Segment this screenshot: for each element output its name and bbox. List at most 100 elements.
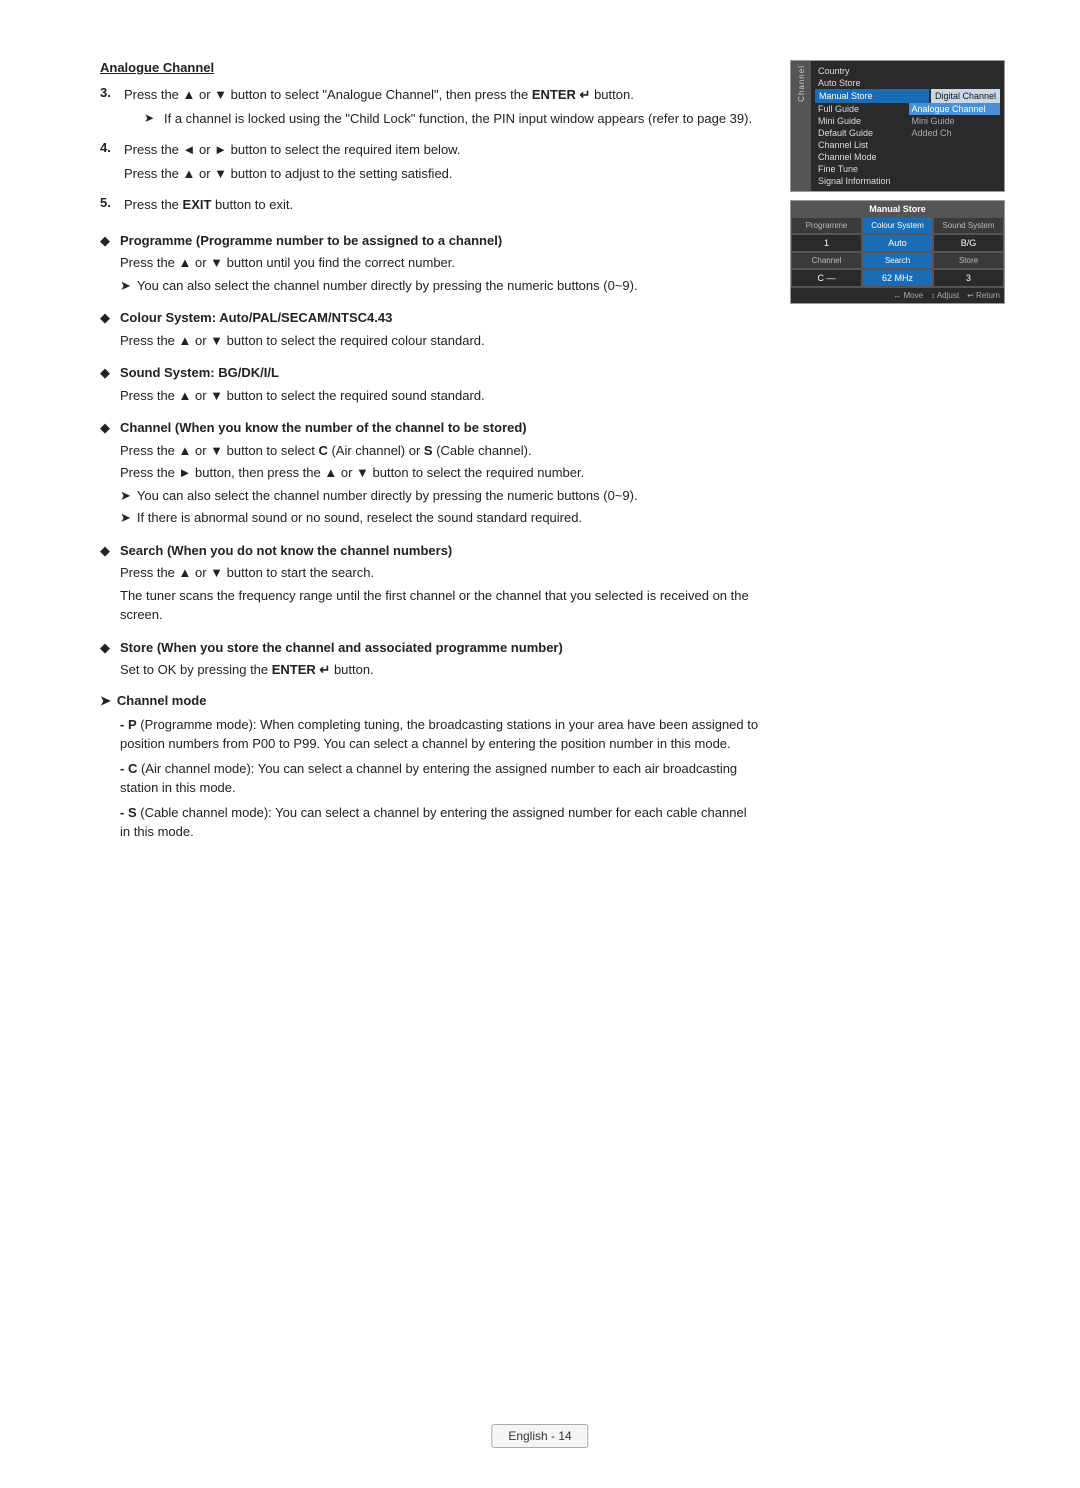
bullet-channel-content: Channel (When you know the number of the… — [120, 418, 760, 531]
tv-item-digitalchannel: Digital Channel — [931, 89, 1000, 103]
bullet-search: ◆ Search (When you do not know the chann… — [100, 541, 760, 628]
tv-miniguide-row: Mini Guide Mini Guide — [815, 115, 1000, 127]
sub-arrow-4a: ➤ — [120, 486, 131, 506]
bullet-colour-content: Colour System: Auto/PAL/SECAM/NTSC4.43 P… — [120, 308, 760, 353]
diamond-icon-1: ◆ — [100, 231, 112, 299]
ms-val-store: 3 — [933, 269, 1004, 287]
tv-channel-panel: Channel Country Auto Store Manual Store … — [790, 60, 1005, 192]
step-3-text: Press the ▲ or ▼ button to select "Analo… — [124, 85, 760, 105]
tv-item-miniguide-r: Mini Guide — [909, 115, 1001, 127]
ms-col-search: Search — [862, 252, 933, 269]
step-3-content: Press the ▲ or ▼ button to select "Analo… — [124, 85, 760, 132]
ms-footer-move: ↔ Move — [893, 291, 923, 300]
ms-val-channel: C — — [791, 269, 862, 287]
tv-item-right-col: Analogue Channel — [909, 103, 1001, 115]
diamond-icon-3: ◆ — [100, 363, 112, 408]
bullet-colour-line1: Press the ▲ or ▼ button to select the re… — [120, 331, 760, 351]
diamond-icon-6: ◆ — [100, 638, 112, 683]
step-4-line1: Press the ◄ or ► button to select the re… — [124, 140, 760, 160]
bullet-sound-title: Sound System: BG/DK/I/L — [120, 365, 279, 380]
tv-item-fullguide: Full Guide — [815, 103, 907, 115]
tv-item-miniguide-l: Mini Guide — [815, 115, 907, 127]
ms-val-auto: Auto — [862, 234, 933, 252]
tv-item-manualstore: Manual Store — [815, 89, 929, 103]
content-area: Analogue Channel 3. Press the ▲ or ▼ but… — [100, 60, 760, 847]
ms-val-bg: B/G — [933, 234, 1004, 252]
channel-mode-label: Channel mode — [117, 693, 207, 709]
tv-item-addedch: Added Ch — [909, 127, 1001, 139]
diamond-icon-2: ◆ — [100, 308, 112, 353]
sub-arrow-1: ➤ — [120, 276, 131, 296]
ms-grid-row2: C — 62 MHz 3 — [791, 269, 1004, 287]
arrow-icon: ➤ — [144, 109, 158, 129]
sub-arrow-4b: ➤ — [120, 508, 131, 528]
tv-main-content: Country Auto Store Manual Store Digital … — [811, 61, 1004, 191]
bullet-search-line1: Press the ▲ or ▼ button to start the sea… — [120, 563, 760, 583]
step-3-num: 3. — [100, 85, 116, 132]
step-5-num: 5. — [100, 195, 116, 219]
bullet-programme-title: Programme (Programme number to be assign… — [120, 233, 502, 248]
bullet-channel-sub2: ➤ If there is abnormal sound or no sound… — [120, 508, 760, 528]
bullet-programme-content: Programme (Programme number to be assign… — [120, 231, 760, 299]
bullet-store-title: Store (When you store the channel and as… — [120, 640, 563, 655]
ms-col-programme: Programme — [791, 217, 862, 234]
tv-panel-inner: Channel Country Auto Store Manual Store … — [791, 61, 1004, 191]
bullet-programme-sub: ➤ You can also select the channel number… — [120, 276, 760, 296]
enter-label: ENTER ↵ — [532, 87, 591, 102]
step-4: 4. Press the ◄ or ► button to select the… — [100, 140, 760, 187]
ms-val-freq: 62 MHz — [862, 269, 933, 287]
ms-grid-row1: 1 Auto B/G — [791, 234, 1004, 252]
page-title: Analogue Channel — [100, 60, 760, 75]
ms-footer: ↔ Move ↕ Adjust ↩ Return — [791, 287, 1004, 303]
step-4-content: Press the ◄ or ► button to select the re… — [124, 140, 760, 187]
bullet-sound-line1: Press the ▲ or ▼ button to select the re… — [120, 386, 760, 406]
sidebar-area: Channel Country Auto Store Manual Store … — [790, 60, 1010, 847]
step-3-sub-text: If a channel is locked using the "Child … — [164, 109, 752, 129]
exit-label: EXIT — [183, 197, 212, 212]
tv-item-left-col: Full Guide — [815, 103, 907, 115]
bullet-channel-sub1: ➤ You can also select the channel number… — [120, 486, 760, 506]
tv-item-country: Country — [815, 65, 1000, 77]
channel-mode-title: ➤ Channel mode — [100, 693, 760, 709]
bullet-channel: ◆ Channel (When you know the number of t… — [100, 418, 760, 531]
tv-item-channelmode: Channel Mode — [815, 151, 1000, 163]
ms-grid-headers: Programme Colour System Sound System — [791, 217, 1004, 234]
manual-store-panel: Manual Store Programme Colour System Sou… — [790, 200, 1005, 304]
step-4-line2: Press the ▲ or ▼ button to adjust to the… — [124, 164, 760, 184]
bullet-store: ◆ Store (When you store the channel and … — [100, 638, 760, 683]
bullet-colour-title: Colour System: Auto/PAL/SECAM/NTSC4.43 — [120, 310, 392, 325]
ms-col-channel: Channel — [791, 252, 862, 269]
bullet-channel-sub2-text: If there is abnormal sound or no sound, … — [137, 508, 582, 528]
diamond-icon-4: ◆ — [100, 418, 112, 531]
step-5-text: Press the EXIT button to exit. — [124, 195, 760, 215]
channel-mode-c: - C (Air channel mode): You can select a… — [120, 759, 760, 798]
step-3-sub: ➤ If a channel is locked using the "Chil… — [144, 109, 760, 129]
step-3: 3. Press the ▲ or ▼ button to select "An… — [100, 85, 760, 132]
step-5-content: Press the EXIT button to exit. — [124, 195, 760, 219]
step-4-num: 4. — [100, 140, 116, 187]
bullet-sound: ◆ Sound System: BG/DK/I/L Press the ▲ or… — [100, 363, 760, 408]
tv-defaultguide-row: Default Guide Added Ch — [815, 127, 1000, 139]
bullet-search-content: Search (When you do not know the channel… — [120, 541, 760, 628]
tv-item-analoguechannel: Analogue Channel — [909, 103, 1001, 115]
tv-channel-sidebar: Channel — [791, 61, 811, 191]
bullet-programme: ◆ Programme (Programme number to be assi… — [100, 231, 760, 299]
bullet-colour: ◆ Colour System: Auto/PAL/SECAM/NTSC4.43… — [100, 308, 760, 353]
bullet-channel-title: Channel (When you know the number of the… — [120, 420, 527, 435]
tv-item-finetune: Fine Tune — [815, 163, 1000, 175]
tv-channel-label: Channel — [797, 65, 806, 102]
ms-val-programme: 1 — [791, 234, 862, 252]
bullet-search-title: Search (When you do not know the channel… — [120, 543, 452, 558]
page-footer: English - 14 — [491, 1424, 588, 1448]
ms-header: Manual Store — [791, 201, 1004, 217]
bullet-sound-content: Sound System: BG/DK/I/L Press the ▲ or ▼… — [120, 363, 760, 408]
ms-col-coloursystem: Colour System — [862, 217, 933, 234]
diamond-icon-5: ◆ — [100, 541, 112, 628]
tv-item-autostore: Auto Store — [815, 77, 1000, 89]
channel-mode-p: - P (Programme mode): When completing tu… — [120, 715, 760, 754]
bullet-store-content: Store (When you store the channel and as… — [120, 638, 760, 683]
ms-footer-adjust: ↕ Adjust — [931, 291, 959, 300]
ms-grid-headers2: Channel Search Store — [791, 252, 1004, 269]
tv-item-channellist: Channel List — [815, 139, 1000, 151]
ms-col-soundsystem: Sound System — [933, 217, 1004, 234]
